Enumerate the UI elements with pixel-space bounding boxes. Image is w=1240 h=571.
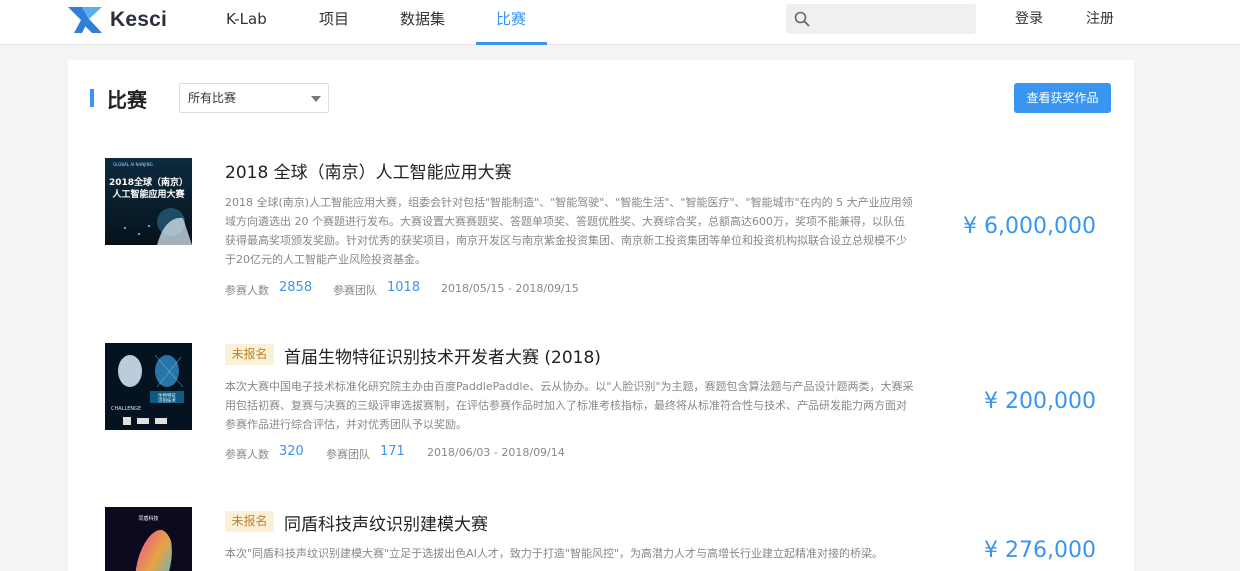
teams-count: 171 [380,444,405,459]
svg-text:GLOBAL AI NANJING: GLOBAL AI NANJING [113,162,153,167]
competition-thumbnail[interactable]: GLOBAL AI NANJING 2018全球（南京） 人工智能应用大赛 [105,158,192,245]
competition-title[interactable]: 首届生物特征识别技术开发者大赛 (2018) [284,343,601,368]
competition-dates: 2018/05/15 - 2018/09/15 [441,282,579,295]
competition-title[interactable]: 同盾科技声纹识别建模大赛 [284,510,488,535]
competition-dates: 2018/06/03 - 2018/09/14 [427,446,565,459]
biometric-challenge-thumbnail-image: 生物特征 识别技术 CHALLENGE [105,343,192,430]
view-award-works-button[interactable]: 查看获奖作品 [1014,83,1111,113]
nanjing-ai-thumbnail-image: GLOBAL AI NANJING 2018全球（南京） 人工智能应用大赛 [105,158,192,245]
svg-text:同盾科技: 同盾科技 [138,515,158,522]
prize-amount: ¥ 6,000,000 [963,214,1096,239]
status-badge: 未报名 [225,511,274,532]
search-box[interactable] [786,4,976,34]
teams-count: 1018 [387,280,421,295]
logo[interactable]: Kesci [68,4,167,36]
svg-text:CHALLENGE: CHALLENGE [111,406,141,412]
nav-projects[interactable]: 项目 [319,0,349,45]
page-title: 比赛 [107,88,147,112]
search-input[interactable] [816,8,966,30]
status-badge: 未报名 [225,344,274,365]
competition-description: 2018 全球(南京)人工智能应用大赛，组委会针对包括"智能制造"、"智能驾驶"… [225,196,913,266]
title-accent-bar [90,89,94,107]
competition-title[interactable]: 2018 全球（南京）人工智能应用大赛 [225,158,512,183]
participants-count: 2858 [279,280,313,295]
competition-thumbnail[interactable]: 生物特征 识别技术 CHALLENGE [105,343,192,430]
participants-label: 参赛人数 [225,284,269,297]
register-link[interactable]: 注册 [1086,0,1114,38]
kesci-logo-icon [68,7,102,33]
nav-klab[interactable]: K-Lab [226,0,267,45]
nav-active-underline [476,42,547,45]
competition-description: 本次"同盾科技声纹识别建模大赛"立足于选拔出色AI人才，致力于打造"智能风控"，… [225,547,884,560]
svg-text:生物特征: 生物特征 [158,392,176,399]
teams-label: 参赛团队 [326,448,370,461]
teams-label: 参赛团队 [333,284,377,297]
nav-datasets[interactable]: 数据集 [400,0,445,45]
competition-description: 本次大赛中国电子技术标准化研究院主办由百度PaddlePaddle、云从协办。以… [225,380,914,431]
nav-competitions[interactable]: 比赛 [496,0,526,45]
tongdun-voiceprint-thumbnail-image: 同盾科技 [105,507,192,571]
filter-selected-value: 所有比赛 [188,91,237,105]
prize-amount: ¥ 276,000 [984,538,1096,563]
participants-label: 参赛人数 [225,448,269,461]
top-navbar: Kesci K-Lab 项目 数据集 比赛 登录 注册 [0,0,1240,45]
svg-text:2018全球（南京）: 2018全球（南京） [109,176,188,188]
prize-amount: ¥ 200,000 [984,389,1096,414]
svg-text:人工智能应用大赛: 人工智能应用大赛 [111,188,185,200]
login-link[interactable]: 登录 [1015,0,1043,38]
competition-thumbnail[interactable]: 同盾科技 [105,507,192,571]
competition-filter-select[interactable]: 所有比赛 [179,83,329,113]
caret-down-icon [311,96,321,102]
participants-count: 320 [279,444,304,459]
search-icon [794,11,810,27]
logo-text: Kesci [110,8,168,31]
svg-text:识别技术: 识别技术 [158,397,176,404]
competition-panel: 比赛 所有比赛 查看获奖作品 GLOBAL AI NANJING 2018全球（… [68,60,1134,571]
